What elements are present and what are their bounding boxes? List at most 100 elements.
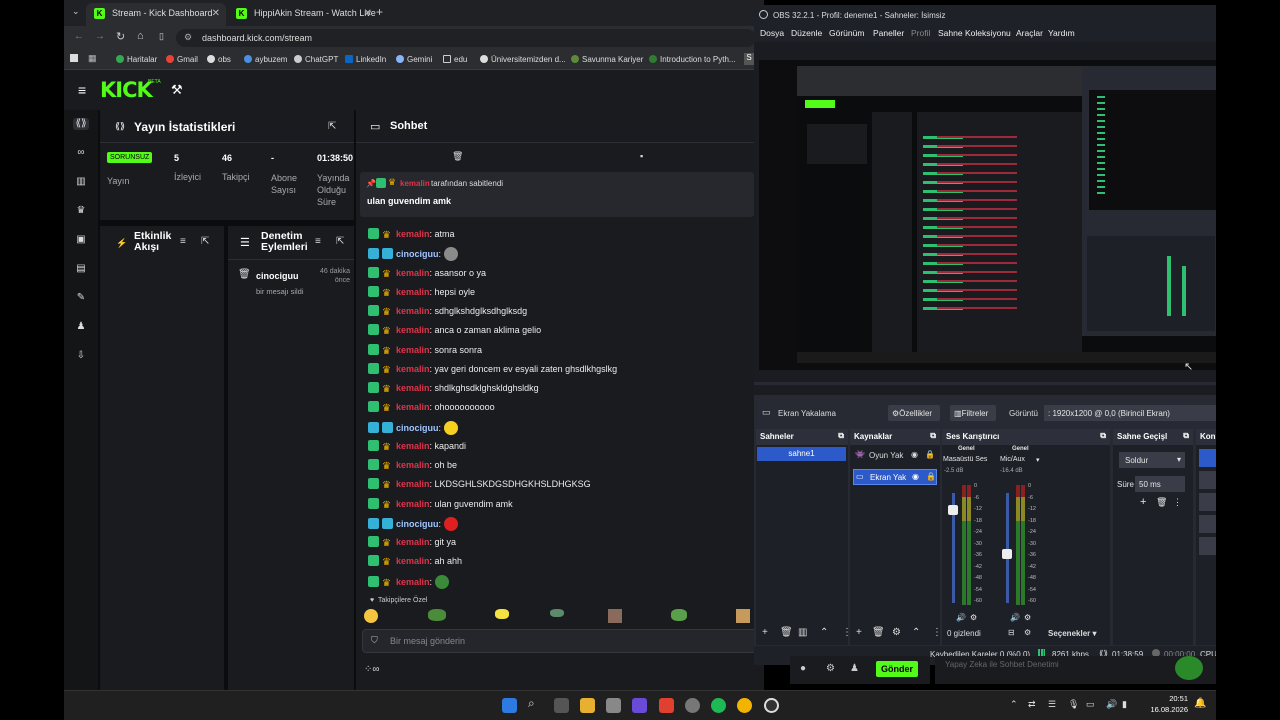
tray-chevron-icon[interactable]: ⌃ [1010, 699, 1018, 710]
chat-message[interactable]: cinociguu: [368, 516, 459, 533]
chat-username[interactable]: kemalin [396, 577, 430, 587]
chat-message[interactable]: ♛ kemalin: ah ahh [368, 555, 462, 571]
back-icon[interactable]: ← [74, 31, 84, 42]
more-bookmarks-icon[interactable]: S [744, 53, 754, 65]
close-tab-icon[interactable]: ✕ [364, 8, 372, 19]
bookmark-gemini[interactable]: Gemini [396, 55, 432, 64]
notification-icon[interactable]: 🔔 [1194, 698, 1206, 709]
wrench-icon[interactable]: ✎ [75, 292, 87, 304]
undock-icon[interactable]: ⧉ [930, 431, 936, 441]
emote-icon[interactable] [608, 609, 622, 623]
menu-gorunum[interactable]: Görünüm [829, 28, 864, 38]
menu-yardim[interactable]: Yardım [1048, 28, 1075, 38]
bookmark-aybuzem[interactable]: aybuzem [244, 55, 287, 64]
home-icon[interactable]: ⌂ [137, 30, 144, 42]
chat-message[interactable]: ♛ kemalin: anca o zaman aklima gelio [368, 324, 541, 340]
new-tab-button[interactable]: + [376, 5, 383, 19]
app-icon[interactable] [685, 698, 700, 713]
bookmark-savunma-kariyer[interactable]: Savunma Kariyer [571, 55, 643, 64]
lock-icon[interactable]: 🔒 [925, 450, 935, 459]
speaker-icon[interactable]: 🔊 [1010, 613, 1020, 622]
bookmark-universitemizden[interactable]: Üniversitemizden d... [480, 55, 566, 64]
hammer-icon[interactable]: ⚒ [171, 82, 183, 98]
network-icon[interactable]: ▭ [1086, 699, 1095, 710]
start-icon[interactable] [502, 698, 517, 713]
menu-duzenle[interactable]: Düzenle [791, 28, 822, 38]
search-icon[interactable]: ⌕ [528, 696, 543, 711]
chat-message[interactable]: ♛ kemalin: hepsi oyle [368, 285, 475, 302]
bookmark-obs[interactable]: obs [207, 55, 231, 64]
tab-hippiakin-stream[interactable]: K HippiAkin Stream - Watch Live ✕ [228, 3, 378, 26]
link-icon[interactable]: ⁘∞ [364, 664, 380, 675]
start-recording-button[interactable] [1199, 471, 1216, 489]
chat-username[interactable]: cinociguu [396, 423, 439, 433]
emote-icon[interactable] [364, 609, 378, 623]
dropdown-icon[interactable]: ▾ [1036, 456, 1040, 464]
chat-username[interactable]: kemalin [396, 229, 430, 239]
chat-message[interactable]: ♛ kemalin: oh be [368, 459, 457, 475]
filter-icon[interactable]: ≡ [180, 236, 186, 247]
undock-icon[interactable]: ⧉ [1183, 431, 1189, 441]
menu-sahne-koleksiyonu[interactable]: Sahne Koleksiyonu [938, 28, 1011, 38]
source-item-oyun[interactable]: 👾 Oyun Yak ◉ 🔒 [853, 449, 937, 463]
analytics-icon[interactable]: ▤ [75, 263, 87, 275]
volume-icon[interactable]: 🔊 [1106, 699, 1117, 710]
menu-dosya[interactable]: Dosya [760, 28, 784, 38]
grid-icon[interactable]: ▦ [88, 53, 97, 64]
bookmark-haritalar[interactable]: Haritalar [116, 55, 157, 64]
menu-araclar[interactable]: Araçlar [1016, 28, 1043, 38]
chat-username[interactable]: cinociguu [396, 249, 439, 259]
chat-username[interactable]: kemalin [396, 306, 430, 316]
clock-time[interactable]: 20:51 [1148, 694, 1188, 703]
display-select[interactable]: : 1920x1200 @ 0,0 (Birincil Ekran) [1044, 405, 1216, 421]
bookmark-chatgpt[interactable]: ChatGPT [294, 55, 338, 64]
menu-profil[interactable]: Profil [911, 28, 930, 38]
pinned-by-user[interactable]: kemalin [400, 179, 430, 188]
chat-message[interactable]: ♛ kemalin: yav geri doncem ev esyali zate… [368, 362, 617, 379]
popout-icon[interactable]: ⇱ [336, 236, 344, 247]
trophy-icon[interactable]: ♛ [75, 205, 87, 217]
menu-icon[interactable]: ≡ [78, 82, 86, 98]
trash-icon[interactable]: 🗑 [452, 151, 463, 162]
eye-icon[interactable]: ◉ [911, 450, 918, 459]
chat-username[interactable]: kemalin [396, 364, 430, 374]
up-icon[interactable]: ⌃ [820, 627, 828, 638]
chat-message[interactable]: ♛ kemalin: git ya [368, 536, 456, 552]
undock-icon[interactable]: ⧉ [1100, 431, 1106, 441]
store-icon[interactable] [606, 698, 621, 713]
link-icon[interactable]: ∞ [75, 147, 87, 159]
obs-taskbar-icon[interactable] [764, 698, 779, 713]
source-item-ekran[interactable]: ▭ Ekran Yak ◉ 🔒 [853, 469, 937, 485]
stream-preview[interactable]: ↖ [759, 60, 1216, 373]
chat-message[interactable]: ♛ kemalin: ohoooooooooo [368, 401, 495, 417]
download-icon[interactable]: ⇩ [75, 350, 87, 362]
mod-entry-user[interactable]: cinociguu [256, 271, 299, 281]
properties-button[interactable]: ⚙Özellikler [888, 405, 940, 421]
popout-icon[interactable]: ⇱ [201, 236, 209, 247]
chat-message[interactable]: cinociguu: [368, 247, 459, 263]
chat-username[interactable]: kemalin [396, 479, 430, 489]
popout-icon[interactable]: ⇱ [328, 121, 336, 132]
chat-username[interactable]: cinociguu [396, 519, 439, 529]
chat-message[interactable]: ♛ kemalin: asansor o ya [368, 266, 486, 283]
up-icon[interactable]: ⌃ [912, 627, 920, 638]
emote-icon[interactable] [550, 609, 564, 617]
chat-message[interactable]: ♛ kemalin: sonra sonra [368, 343, 482, 360]
community-icon[interactable]: ♟ [75, 321, 87, 333]
tab-list-icon[interactable]: ⌄ [72, 6, 80, 17]
chat-username[interactable]: kemalin [396, 556, 430, 566]
emote-icon[interactable] [736, 609, 750, 623]
speaker-icon[interactable]: 🔊 [956, 613, 966, 622]
trash-icon[interactable]: 🗑 [780, 627, 793, 638]
clock-date[interactable]: 16.08.2026 [1138, 705, 1188, 714]
chat-username[interactable]: kemalin [396, 499, 430, 509]
split-view-icon[interactable]: ▯ [159, 31, 164, 42]
chat-username[interactable]: kemalin [396, 268, 430, 278]
wifi-icon[interactable]: ☰ [1048, 699, 1056, 710]
file-explorer-icon[interactable] [580, 698, 595, 713]
tab-kick-dashboard[interactable]: K Stream - Kick Dashboard ✕ [86, 3, 226, 26]
filter-icon[interactable]: ▥ [798, 627, 807, 638]
forward-icon[interactable]: → [95, 31, 105, 42]
mic-icon[interactable]: 🎙 [1068, 699, 1079, 710]
studio-mode-button[interactable] [1199, 515, 1216, 533]
